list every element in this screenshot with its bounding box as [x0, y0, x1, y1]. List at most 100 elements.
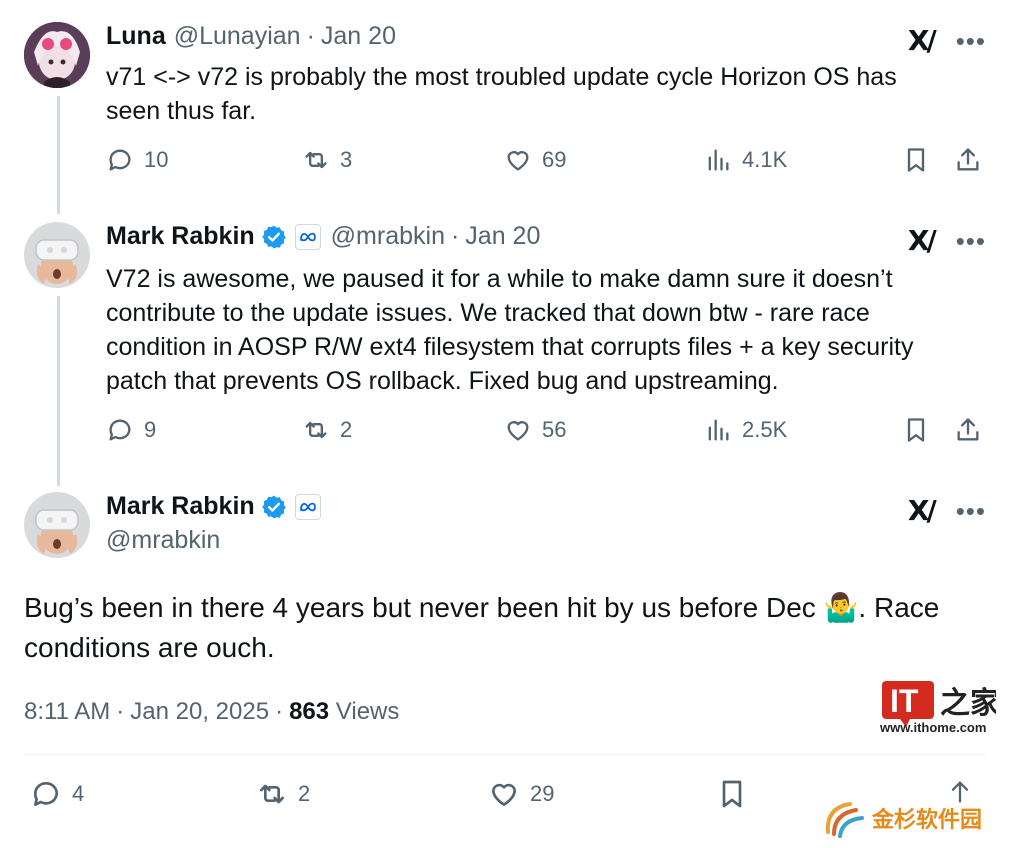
reply-icon: [109, 419, 131, 441]
jinshan-watermark: 金杉软件园: [822, 798, 982, 838]
tweet-header: Mark Rabkin @mrabkin · Jan 20: [106, 222, 540, 251]
more-icon[interactable]: •••: [956, 28, 986, 54]
views-label: Views: [335, 698, 400, 725]
tweet-time[interactable]: 8:11 AM: [24, 698, 110, 726]
view-count: 4.1K: [742, 147, 788, 172]
display-name[interactable]: Mark Rabkin: [106, 222, 255, 251]
verified-badge-icon: [261, 225, 286, 248]
tweet-text-line: contribute to the update issues. We trac…: [106, 299, 870, 327]
views-button[interactable]: 4.1K: [704, 146, 787, 174]
analytics-icon: [708, 149, 729, 171]
retweet-count: 2: [298, 781, 311, 806]
handle[interactable]: @mrabkin: [106, 526, 220, 555]
avatar[interactable]: [24, 492, 90, 558]
mark-avatar-image: [24, 222, 90, 288]
tweet-text-line: Bug’s been in there 4 years but never be…: [24, 592, 940, 623]
separator: ·: [275, 698, 284, 725]
reply-icon: [109, 149, 131, 171]
retweet-button[interactable]: 3: [302, 146, 352, 174]
like-button[interactable]: 56: [504, 416, 566, 444]
separator: ·: [306, 22, 315, 50]
tweet-date[interactable]: Jan 20, 2025: [130, 698, 269, 726]
bookmark-icon: [722, 780, 742, 808]
tweet-text: V72 is awesome, we paused it for a while…: [106, 262, 986, 398]
avatar[interactable]: [24, 22, 90, 88]
views-summary[interactable]: 863 Views: [289, 698, 399, 726]
like-count: 29: [530, 781, 555, 806]
views-button[interactable]: 2.5K: [704, 416, 787, 444]
tweet-text: Bug’s been in there 4 years but never be…: [24, 588, 984, 668]
share-button[interactable]: [954, 146, 982, 174]
share-icon: [957, 418, 979, 441]
reply-count: 10: [144, 147, 169, 172]
reply-count: 9: [144, 417, 157, 442]
analytics-icon: [708, 419, 729, 441]
like-button[interactable]: 29: [488, 778, 554, 810]
tweet-date[interactable]: Jan 20: [465, 222, 540, 251]
grok-icon[interactable]: X/: [908, 224, 937, 257]
svg-text:之家: 之家: [940, 686, 996, 721]
more-icon[interactable]: •••: [956, 498, 986, 524]
heart-icon: [492, 783, 516, 806]
tweet-text: v71 <-> v72 is probably the most trouble…: [106, 60, 986, 128]
tweet-date[interactable]: Jan 20: [321, 22, 396, 51]
thread-line: [57, 296, 60, 486]
view-count: 2.5K: [742, 417, 788, 442]
retweet-count: 3: [340, 147, 353, 172]
like-count: 69: [542, 147, 567, 172]
tweet-handle-row: @mrabkin: [106, 526, 220, 555]
svg-text:IT: IT: [890, 683, 919, 719]
bookmark-button[interactable]: [716, 778, 748, 810]
like-button[interactable]: 69: [504, 146, 566, 174]
reply-button[interactable]: 10: [106, 146, 168, 174]
thread-line: [57, 96, 60, 214]
retweet-button[interactable]: 2: [302, 416, 352, 444]
reply-button[interactable]: 9: [106, 416, 156, 444]
tweet-top-actions: X/ •••: [908, 494, 986, 527]
share-button[interactable]: [954, 416, 982, 444]
separator: ·: [450, 222, 460, 250]
like-count: 56: [542, 417, 567, 442]
luna-avatar-image: [24, 22, 90, 88]
grok-icon[interactable]: X/: [908, 24, 937, 57]
heart-icon: [507, 151, 529, 171]
tweet-text-line: condition in AOSP R/W ext4 filesystem th…: [106, 333, 914, 361]
handle[interactable]: @mrabkin: [331, 222, 445, 251]
divider: [24, 754, 986, 755]
bookmark-button[interactable]: [902, 146, 930, 174]
bookmark-icon: [907, 148, 925, 172]
tweet-text-line: v71 <-> v72 is probably the most trouble…: [106, 63, 897, 91]
bookmark-button[interactable]: [902, 416, 930, 444]
views-count: 863: [289, 698, 330, 725]
tweet-text-line: seen thus far.: [106, 97, 257, 125]
retweet-button[interactable]: 2: [256, 778, 310, 810]
tweet-top-actions: X/ •••: [908, 224, 986, 257]
meta-affiliation-icon[interactable]: [294, 223, 321, 250]
mark-avatar-image: [24, 492, 90, 558]
display-name[interactable]: Mark Rabkin: [106, 492, 255, 521]
retweet-count: 2: [340, 417, 353, 442]
separator: ·: [116, 698, 125, 725]
reply-icon: [33, 782, 58, 806]
reply-button[interactable]: 4: [30, 778, 84, 810]
display-name[interactable]: Luna: [106, 22, 166, 51]
grok-icon[interactable]: X/: [908, 494, 937, 527]
share-icon: [957, 148, 979, 171]
tweet-meta: 8:11 AM · Jan 20, 2025 · 863 Views: [24, 698, 399, 726]
tweet-header: Mark Rabkin: [106, 492, 321, 521]
tweet-text-line: V72 is awesome, we paused it for a while…: [106, 265, 893, 293]
handle[interactable]: @Lunayian: [174, 22, 301, 51]
heart-icon: [507, 421, 529, 441]
meta-logo-icon: [299, 502, 316, 511]
tweet-actions: 9 2 56 2.5K: [106, 416, 986, 456]
retweet-icon: [305, 151, 327, 169]
jinshan-text: 金杉软件园: [872, 807, 983, 832]
tweet-actions: 10 3 69 4.1K: [106, 146, 986, 186]
reply-count: 4: [72, 781, 85, 806]
bookmark-icon: [907, 418, 925, 442]
tweet-top-actions: X/ •••: [908, 24, 986, 57]
tweet-text-line: conditions are ouch.: [24, 632, 275, 663]
avatar[interactable]: [24, 222, 90, 288]
more-icon[interactable]: •••: [956, 228, 986, 254]
meta-affiliation-icon[interactable]: [294, 493, 321, 520]
